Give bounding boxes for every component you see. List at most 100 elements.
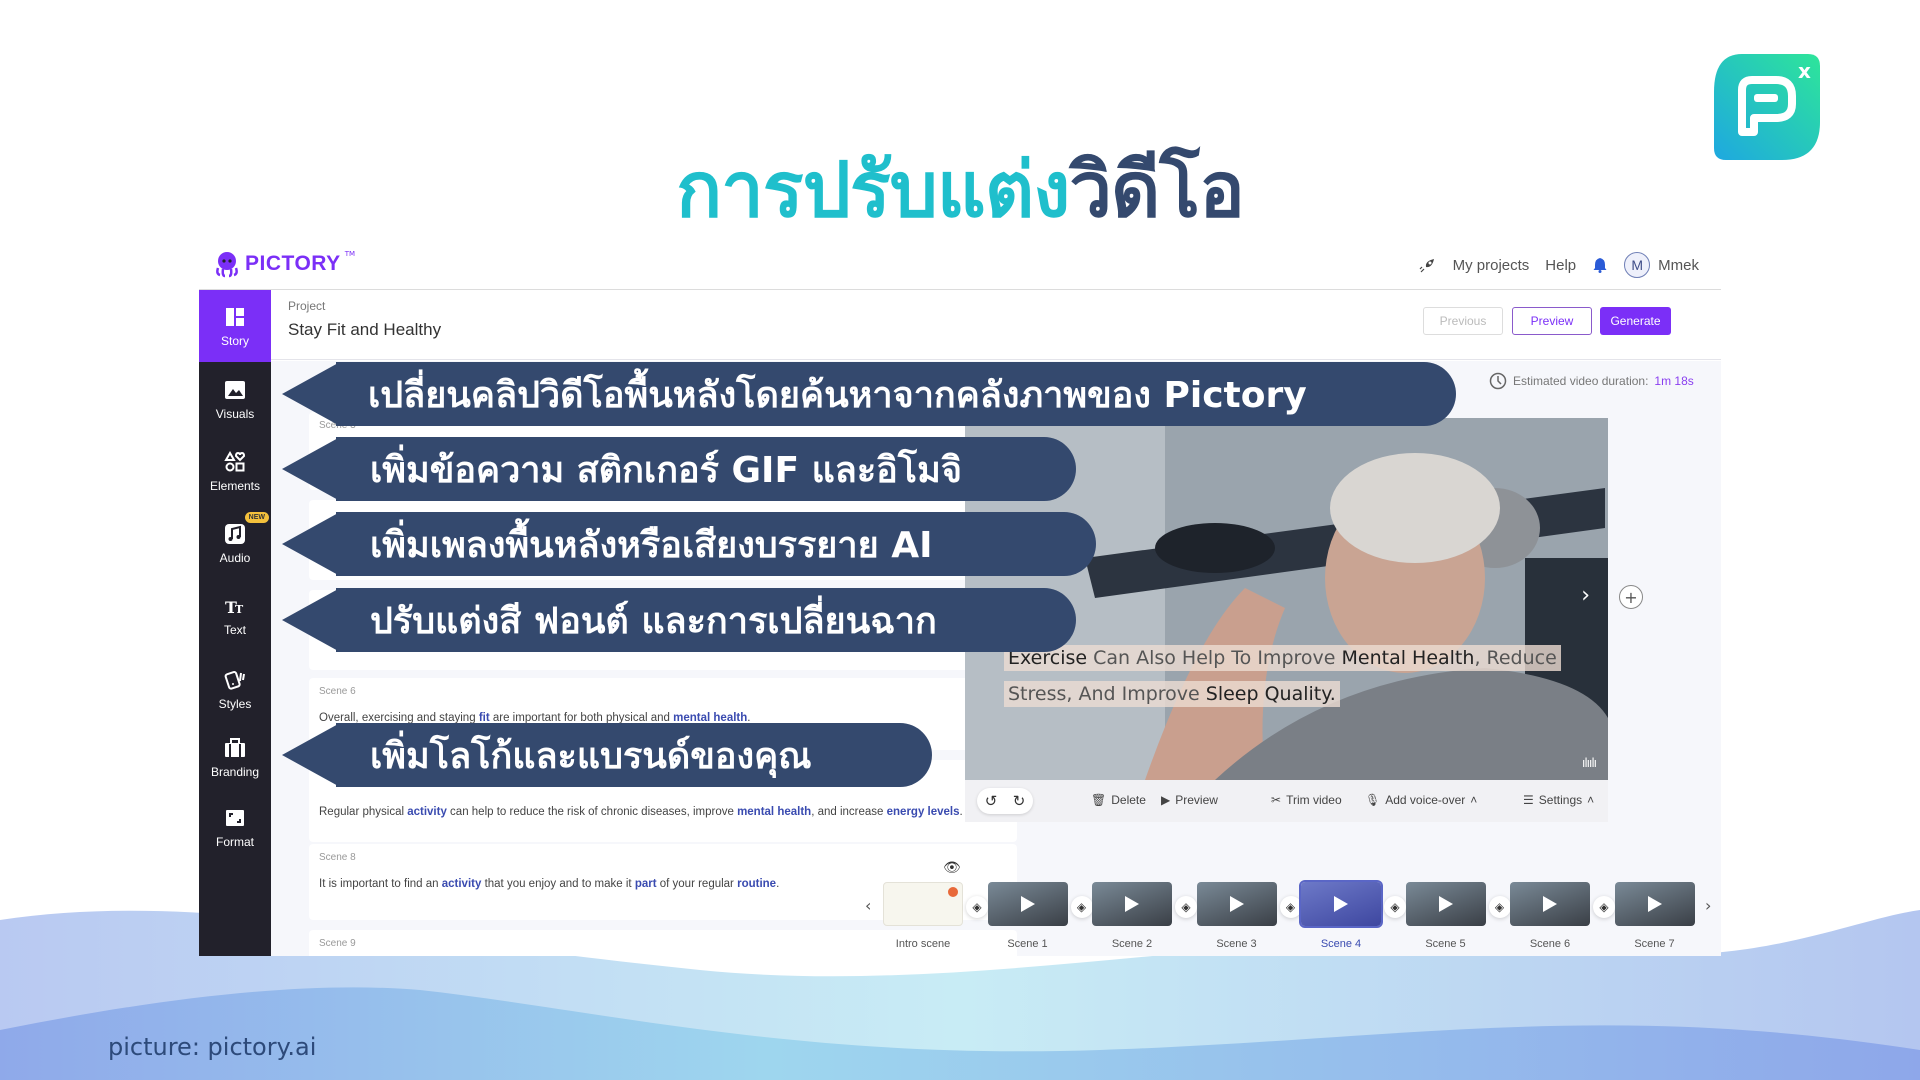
scene-thumbnail[interactable]	[1510, 882, 1590, 926]
scene-thumbnail[interactable]	[1092, 882, 1172, 926]
timeline-scene[interactable]: Scene 1	[987, 882, 1068, 950]
keyword: mental health	[737, 806, 812, 818]
preview-label: Preview	[1175, 793, 1218, 807]
add-voiceover-button[interactable]: 🎙 Add voice-over ˄	[1365, 793, 1477, 807]
help-link[interactable]: Help	[1545, 257, 1576, 274]
scene-thumbnail[interactable]	[1301, 882, 1381, 926]
styles-icon	[224, 670, 245, 690]
microphone-icon: 🎙	[1365, 793, 1381, 807]
avatar[interactable]: M	[1624, 252, 1651, 278]
keyword: part	[634, 878, 657, 890]
callout-arrow-tip	[282, 723, 340, 787]
scene-thumbnail[interactable]	[1196, 882, 1277, 926]
transition-layers-icon[interactable]: ◈	[966, 896, 988, 918]
undo-icon[interactable]: ↺	[985, 792, 998, 810]
settings-label: Settings	[1538, 793, 1583, 807]
slide-title-part2: วิดีโอ	[1069, 145, 1244, 234]
slide-title-part1: การปรับแต่ง	[676, 145, 1070, 234]
sidebar-label: Story	[220, 333, 249, 348]
scene-thumbnail-label: Scene 3	[1216, 938, 1257, 950]
sidebar-label: Styles	[218, 696, 252, 711]
trash-icon: 🗑	[1091, 793, 1107, 807]
timeline-scene[interactable]: Scene 4	[1301, 882, 1381, 950]
duration-value: 1m 18s	[1654, 374, 1694, 388]
scene-thumbnail[interactable]	[987, 882, 1068, 926]
chevron-right-icon[interactable]: ›	[1581, 583, 1590, 608]
scene-text[interactable]: Regular physical activity can help to re…	[319, 803, 1007, 822]
transition-layers-icon[interactable]: ◈	[1279, 896, 1302, 918]
timeline-scene[interactable]: Scene 3	[1196, 882, 1277, 950]
text-run: Regular physical	[319, 806, 408, 818]
callout-text: เปลี่ยนคลิปวิดีโอพื้นหลังโดยค้นหาจากคลัง…	[336, 362, 1456, 426]
transition-layers-icon[interactable]: ◈	[1175, 896, 1197, 918]
video-caption[interactable]: Exercise Can Also Help To Improve Mental…	[1004, 640, 1574, 712]
play-icon: ▶	[1161, 793, 1171, 807]
transition-layers-icon[interactable]: ◈	[1070, 896, 1093, 918]
scene-thumbnail[interactable]	[1405, 882, 1486, 926]
sidebar-item-format[interactable]: Format	[199, 794, 271, 860]
transition-layers-icon[interactable]: ◈	[1488, 896, 1511, 918]
timeline-scene[interactable]: Scene 6	[1510, 882, 1590, 950]
redo-icon[interactable]: ↻	[1013, 792, 1026, 810]
scene-timeline: ‹ 👁 Intro scene ◈ Scene 1 ◈ Scene 2 ◈ Scene 3 ◈ S…	[859, 860, 1721, 956]
user-name[interactable]: Mmek	[1658, 257, 1699, 274]
preview-button[interactable]: Preview	[1512, 307, 1592, 335]
generate-button[interactable]: Generate	[1600, 307, 1671, 335]
caption-line-2: Stress, And Improve Sleep Quality.	[1004, 681, 1340, 707]
logo-tm: TM	[344, 250, 356, 258]
clock-icon	[1489, 372, 1507, 390]
sidebar-item-story[interactable]: Story	[199, 290, 271, 362]
previous-button[interactable]: Previous	[1423, 307, 1503, 335]
text-run: .	[959, 806, 963, 818]
callout-text: เพิ่มข้อความ สติกเกอร์ GIF และอิโมจิ	[336, 437, 1076, 501]
text-run: It is important to find an	[319, 878, 442, 890]
transition-layers-icon[interactable]: ◈	[1593, 896, 1615, 918]
scene-thumbnail[interactable]	[883, 882, 963, 926]
timeline-scene[interactable]: Scene 5	[1405, 882, 1486, 950]
scene-thumbnail[interactable]	[1614, 882, 1695, 926]
eye-icon[interactable]: 👁	[943, 860, 961, 876]
callout-audio: เพิ่มเพลงพื้นหลังหรือเสียงบรรยาย AI	[282, 512, 1096, 576]
pictory-logo[interactable]: PICTORY TM	[213, 250, 355, 278]
my-projects-link[interactable]: My projects	[1453, 257, 1530, 274]
sidebar-item-branding[interactable]: Branding	[199, 724, 271, 790]
octopus-icon	[216, 252, 238, 278]
add-scene-button[interactable]: +	[1619, 585, 1643, 609]
scene-thumbnail-label: Intro scene	[895, 938, 951, 950]
slide-title: การปรับแต่งวิดีโอ	[0, 130, 1920, 250]
sidebar-item-text[interactable]: TT Text	[199, 582, 271, 648]
timeline-prev-icon[interactable]: ‹	[865, 896, 871, 915]
project-name[interactable]: Stay Fit and Healthy	[288, 320, 441, 340]
sidebar-label: Text	[223, 622, 246, 637]
timeline-scene[interactable]: Scene 7	[1614, 882, 1695, 950]
sidebar-item-styles[interactable]: Styles	[199, 656, 271, 722]
sidebar-item-visuals[interactable]: Visuals	[199, 366, 271, 432]
caption-run: , Reduce	[1474, 647, 1557, 669]
sidebar-item-elements[interactable]: Elements	[199, 438, 271, 504]
scene-thumbnail-label: Scene 4	[1320, 938, 1362, 950]
keyword: activity	[441, 878, 482, 890]
keyword: energy levels	[886, 806, 960, 818]
callout-arrow-tip	[282, 588, 340, 652]
project-bar: Project Stay Fit and Healthy Previous Pr…	[271, 290, 1721, 360]
sidebar-item-audio[interactable]: NEW Audio	[199, 510, 271, 576]
delete-button[interactable]: 🗑 Delete	[1091, 793, 1146, 807]
scene-thumbnail-label: Scene 7	[1634, 938, 1675, 950]
timeline-scene[interactable]: Scene 2	[1092, 882, 1172, 950]
rocket-icon[interactable]	[1419, 256, 1437, 274]
timeline-next-icon[interactable]: ›	[1705, 896, 1711, 915]
scene-thumbnail-label: Scene 6	[1529, 938, 1571, 950]
timeline-scene[interactable]: 👁 Intro scene	[883, 860, 963, 950]
sidebar-label: Format	[215, 834, 254, 849]
play-icon	[1125, 896, 1139, 912]
bell-icon[interactable]	[1592, 257, 1608, 273]
scene-label: Scene 6	[319, 686, 356, 697]
sidebar-label: Visuals	[215, 406, 255, 421]
toolbar-preview-button[interactable]: ▶ Preview	[1161, 793, 1218, 807]
caret-up-icon: ˄	[1587, 793, 1595, 807]
sidebar: Story Visuals Elements NEW Audio TT Text	[199, 290, 271, 956]
settings-button[interactable]: ☰ Settings ˄	[1523, 793, 1594, 807]
trim-video-button[interactable]: ✂ Trim video	[1271, 793, 1342, 807]
callout-arrow-tip	[282, 437, 340, 501]
transition-layers-icon[interactable]: ◈	[1384, 896, 1406, 918]
